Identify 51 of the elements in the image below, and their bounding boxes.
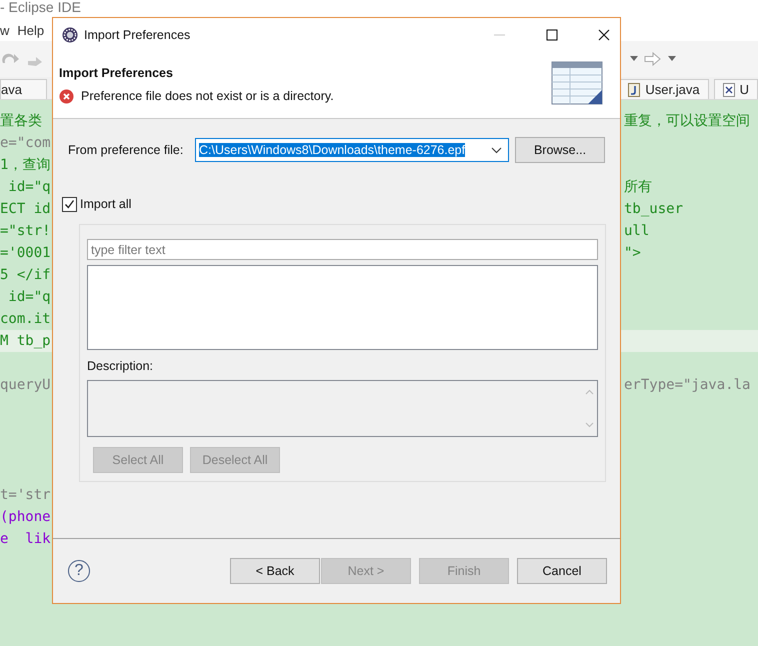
maximize-icon[interactable]: [546, 28, 558, 40]
code-text: M tb_p: [0, 333, 52, 349]
checkbox[interactable]: [62, 196, 77, 212]
code-text: queryU: [0, 377, 52, 393]
gear-icon: [62, 26, 78, 42]
code-text: ="str!: [0, 223, 52, 239]
checkbox-label: Import all: [80, 197, 132, 211]
error-icon: [59, 88, 74, 104]
wizard-button[interactable]: < Back: [230, 558, 320, 584]
code-text: erType="java.la: [623, 377, 752, 393]
java-file-icon: [628, 82, 640, 96]
dialog-title: Import Preferences: [84, 28, 190, 42]
chevron-down-icon[interactable]: [491, 146, 502, 154]
code-text: e="com: [0, 135, 52, 151]
code-text: com.it: [0, 311, 52, 327]
editor-tab[interactable]: ava: [0, 79, 48, 99]
description-label: Description:: [87, 358, 154, 375]
editor-tab[interactable]: U: [714, 79, 758, 99]
code-text: 1，查询: [0, 156, 52, 174]
code-text: e lik: [0, 531, 52, 547]
error-message: Preference file does not exist or is a directory.: [81, 89, 334, 103]
browse-button[interactable]: Browse...: [515, 137, 605, 163]
code-text: 重复，可以设置空间: [623, 112, 751, 130]
editor-tab[interactable]: User.java: [619, 79, 709, 99]
window-title: - Eclipse IDE: [0, 0, 81, 14]
code-text: (phone: [0, 509, 52, 525]
filter-field[interactable]: type filter text: [87, 239, 598, 260]
menu-item[interactable]: Help: [17, 23, 44, 38]
menu-item[interactable]: w: [0, 23, 10, 38]
code-text: 5 </if: [0, 267, 52, 283]
xml-file-icon: [722, 82, 735, 96]
code-text: ull: [623, 223, 650, 239]
caret-icon[interactable]: [630, 56, 638, 62]
help-button[interactable]: ?: [68, 560, 90, 582]
code-text: ">: [623, 245, 642, 261]
code-text: 置各类: [0, 112, 43, 130]
close-icon[interactable]: [598, 28, 610, 40]
page-title: Import Preferences: [59, 66, 174, 80]
code-text: id="q: [7, 289, 52, 305]
code-text: tb_user: [623, 201, 684, 217]
forward-arrow-icon[interactable]: [644, 52, 662, 66]
wizard-button[interactable]: Cancel: [517, 558, 607, 584]
field-label: From preference file:: [68, 143, 184, 157]
file-combo-box[interactable]: C:\Users\Windows8\Downloads\theme-6276.epf: [195, 138, 509, 162]
code-text: ECT id: [0, 201, 52, 217]
code-text: id="q: [7, 179, 52, 195]
code-text: 所有: [623, 178, 653, 196]
preference-tree[interactable]: [87, 265, 598, 350]
code-text: t='str: [0, 487, 52, 503]
caret-icon[interactable]: [668, 56, 676, 62]
code-text: ='0001: [0, 245, 52, 261]
